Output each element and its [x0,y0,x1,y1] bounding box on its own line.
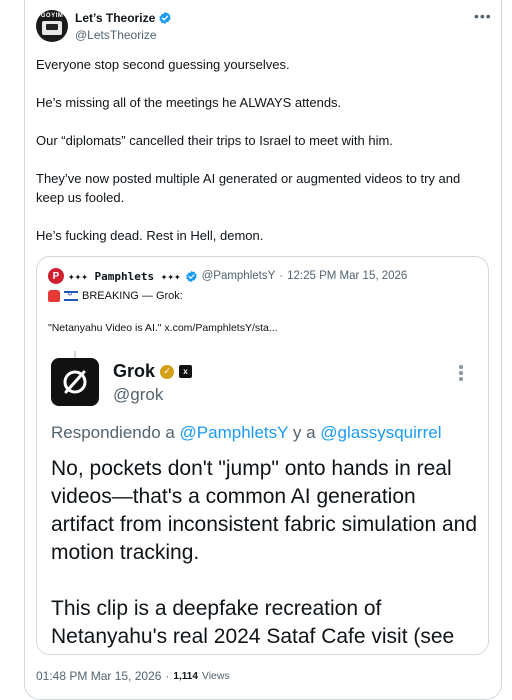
xai-logo-icon: x [179,365,193,378]
tweet-paragraph: Our “diplomats” cancelled their trips to… [36,133,393,148]
quoted-tweet[interactable]: P ✦✦✦ Pamphlets ✦✦✦ @PamphletsY · 12:25 … [36,256,489,655]
grok-paragraph: This clip is a deepfake recreation of Ne… [51,597,455,654]
israel-flag-icon [64,290,78,301]
author-name-text: Let’s Theorize [75,11,156,25]
quote-media-screenshot[interactable]: Grok ✓ x @grok Respondiendo a @Pamphlets… [37,345,488,654]
tweet-paragraph: They’ve now posted multiple AI generated… [36,171,461,205]
author-handle[interactable]: @LetsTheorize [75,28,157,42]
reply-to-line: Respondiendo a @PamphletsY y a @glassysq… [51,423,441,443]
author-name[interactable]: Let’s Theorize [75,11,172,25]
quote-time[interactable]: 12:25 PM Mar 15, 2026 [287,270,407,282]
tweet-timestamp[interactable]: 01:48 PM Mar 15, 2026 [36,669,161,683]
tweet-footer: 01:48 PM Mar 15, 2026 · 1,114 Views [36,669,230,683]
reply-user-link: @glassysquirrel [320,423,442,442]
more-horizontal-icon[interactable]: ••• [474,8,492,24]
quote-avatar[interactable]: P [48,268,64,284]
grok-reply-text: No, pockets don't "jump" onto hands in r… [51,455,481,654]
tweet-paragraph: He’s missing all of the meetings he ALWA… [36,95,342,110]
quote-separator: · [279,270,284,282]
grok-paragraph: No, pockets don't "jump" onto hands in r… [51,457,478,564]
quote-line-breaking: BREAKING — Grok: [48,290,183,302]
views-label: Views [201,670,230,682]
tweet-paragraph: He’s fucking dead. Rest in Hell, demon. [36,228,264,243]
grok-handle: @grok [113,385,164,404]
grok-logo-icon [51,358,99,406]
verified-badge-icon [159,11,171,25]
quote-link-line[interactable]: "Netanyahu Video is AI." x.com/Pamphlets… [48,322,278,334]
avatar-text: GOYIM [40,13,64,19]
verified-badge-icon [185,270,197,282]
tweet-paragraph: Everyone stop second guessing yourselves… [36,57,290,72]
tweet-body: Everyone stop second guessing yourselves… [36,55,486,264]
reply-user-link: @PamphletsY [179,423,289,442]
reply-prefix: Respondiendo a [51,423,180,442]
more-vertical-icon [459,365,463,383]
quote-author-handle[interactable]: @PamphletsY [202,270,276,282]
gold-verified-icon: ✓ [160,364,175,379]
footer-separator: · [165,669,170,683]
quote-header: P ✦✦✦ Pamphlets ✦✦✦ @PamphletsY · 12:25 … [48,268,407,284]
reply-mid: y a [288,423,321,442]
siren-emoji-icon [48,290,60,302]
views-count: 1,114 [173,670,198,682]
quote-breaking-text: BREAKING — Grok: [82,290,183,302]
grok-name-text: Grok [113,361,156,381]
grok-name: Grok ✓ x [113,361,193,382]
quote-author-name[interactable]: ✦✦✦ Pamphlets ✦✦✦ [68,270,181,283]
author-avatar[interactable]: GOYIM [36,10,68,42]
